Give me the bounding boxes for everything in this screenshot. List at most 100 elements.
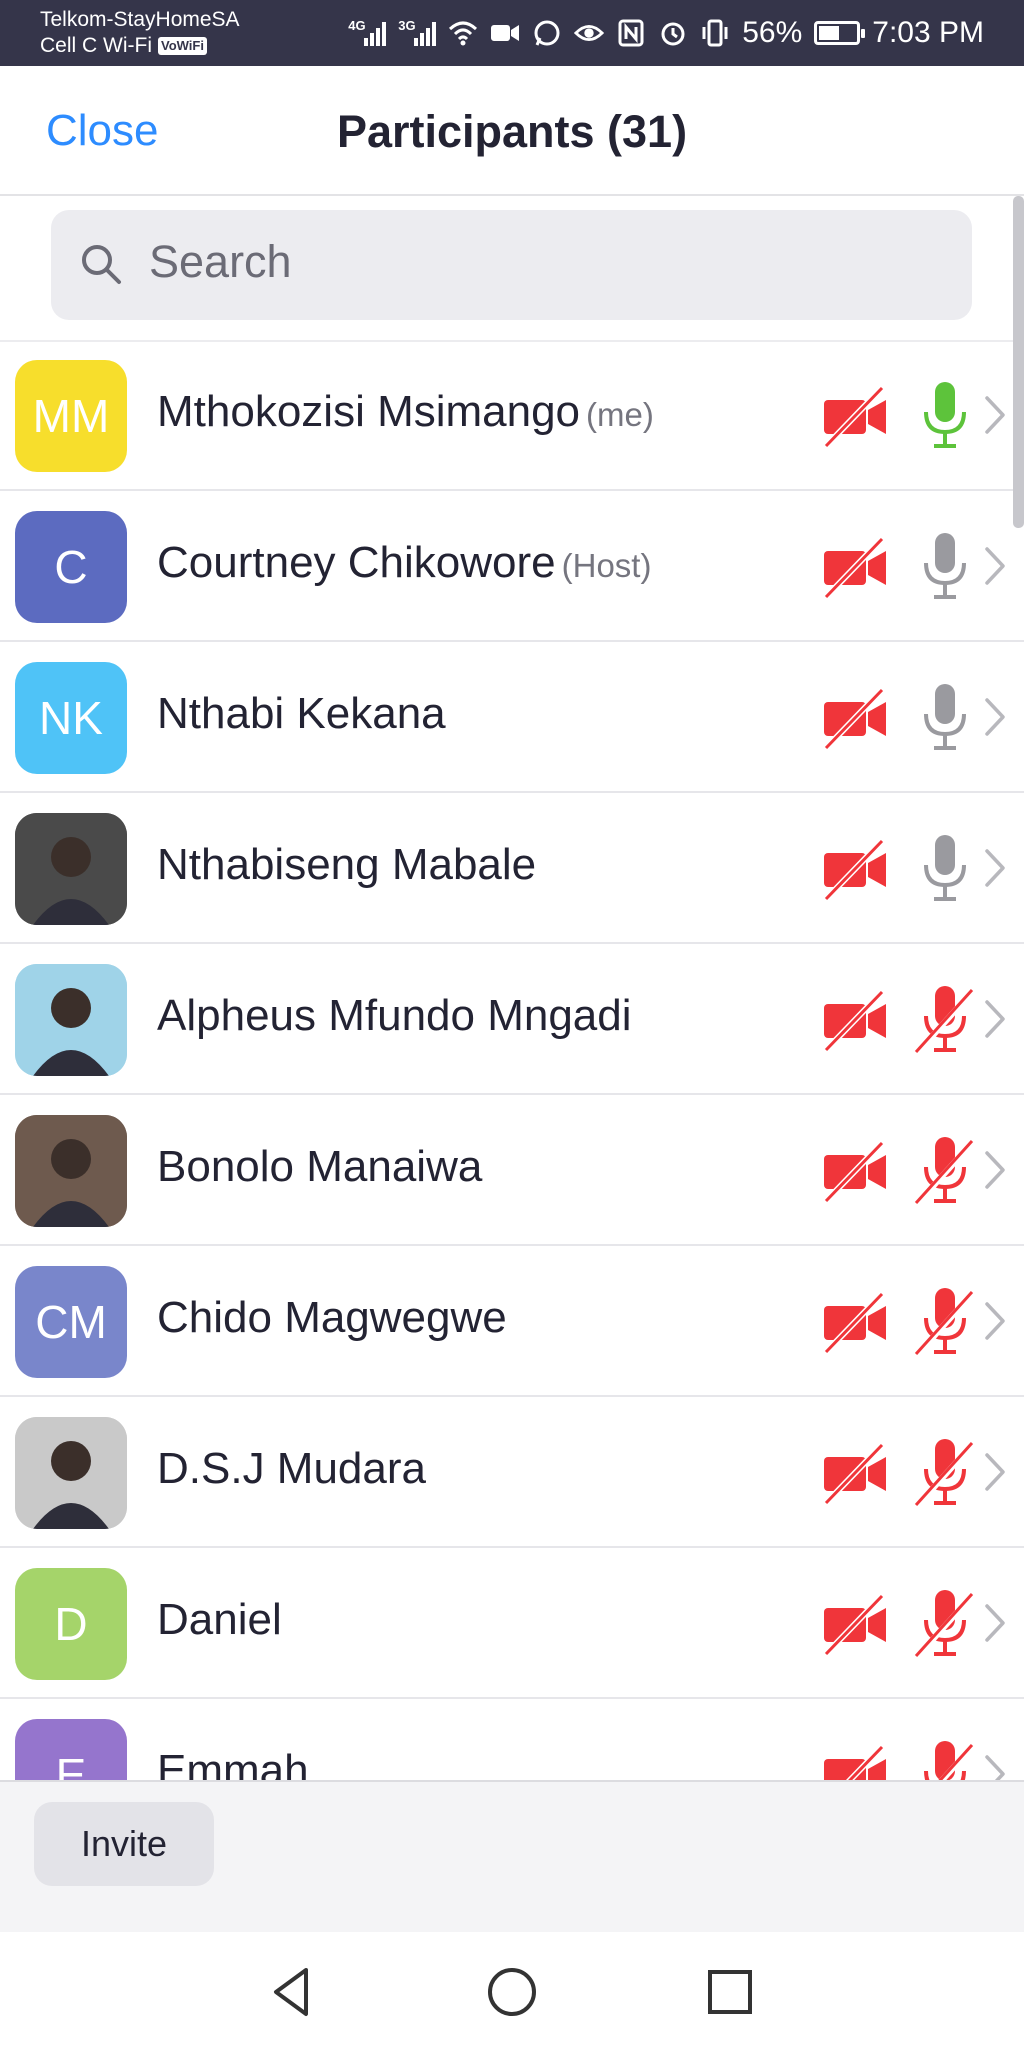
participant-row[interactable]: Alpheus Mfundo Mngadi: [0, 944, 1024, 1095]
participant-name: Courtney Chikowore: [157, 538, 556, 587]
participant-list[interactable]: MM Mthokozisi Msimango (me) C Courtney Chiko…: [0, 340, 1024, 1780]
participant-name-line: Alpheus Mfundo Mngadi: [157, 991, 632, 1041]
participant-name: Emmah: [157, 1746, 309, 1780]
carrier-line-1: Telkom-StayHomeSA: [40, 8, 240, 31]
invite-button[interactable]: Invite: [34, 1802, 214, 1886]
avatar-photo: [15, 964, 127, 1076]
participant-row[interactable]: NK Nthabi Kekana: [0, 642, 1024, 793]
microphone-muted-icon: [914, 1135, 976, 1206]
nfc-icon: [616, 18, 646, 48]
recent-apps-icon[interactable]: [702, 1964, 758, 2020]
avatar-photo: [15, 1417, 127, 1529]
chevron-right-icon[interactable]: [984, 1150, 1006, 1190]
battery-icon: [814, 21, 866, 45]
participant-name-line: Bonolo Manaiwa: [157, 1142, 482, 1192]
video-off-icon: [822, 990, 890, 1052]
video-off-icon: [822, 839, 890, 901]
participant-name: Chido Magwegwe: [157, 1293, 507, 1342]
chevron-right-icon[interactable]: [984, 848, 1006, 888]
back-icon[interactable]: [264, 1964, 320, 2020]
home-icon[interactable]: [484, 1964, 540, 2020]
bottom-toolbar: Invite: [0, 1780, 1024, 1934]
video-off-icon: [822, 537, 890, 599]
participant-row[interactable]: E Emmah: [0, 1699, 1024, 1780]
microphone-icon: [914, 380, 976, 450]
signal-3g-icon: 3G: [398, 18, 437, 46]
avatar-photo: [15, 1115, 127, 1227]
vibrate-icon: [700, 18, 730, 48]
avatar-initials: MM: [32, 390, 110, 442]
microphone-muted-icon: [914, 1437, 976, 1508]
chevron-right-icon[interactable]: [984, 999, 1006, 1039]
participant-name: D.S.J Mudara: [157, 1444, 426, 1493]
clock: 7:03 PM: [872, 16, 984, 49]
participant-row[interactable]: Nthabiseng Mabale: [0, 793, 1024, 944]
participant-name-line: Nthabi Kekana: [157, 689, 446, 739]
video-off-icon: [822, 688, 890, 750]
participant-name-line: Mthokozisi Msimango (me): [157, 387, 654, 437]
video-off-icon: [822, 386, 890, 448]
carrier-info: Telkom-StayHomeSA Cell C Wi-Fi VoWiFi: [40, 8, 240, 58]
avatar-initials: C: [54, 541, 88, 593]
chevron-right-icon[interactable]: [984, 1452, 1006, 1492]
microphone-icon: [914, 682, 976, 752]
participant-name-line: Chido Magwegwe: [157, 1293, 507, 1343]
microphone-muted-icon: [914, 1739, 976, 1780]
participant-row[interactable]: Bonolo Manaiwa: [0, 1095, 1024, 1246]
participant-name: Bonolo Manaiwa: [157, 1142, 483, 1191]
avatar-initials: D: [54, 1598, 88, 1650]
alarm-icon: [658, 18, 688, 48]
avatar-initials: NK: [39, 692, 103, 744]
microphone-icon: [914, 833, 976, 903]
participant-row[interactable]: C Courtney Chikowore (Host): [0, 491, 1024, 642]
video-off-icon: [822, 1292, 890, 1354]
video-off-icon: [822, 1141, 890, 1203]
participant-name-line: Courtney Chikowore (Host): [157, 538, 651, 588]
avatar: C: [15, 511, 127, 623]
participant-name: Mthokozisi Msimango: [157, 387, 581, 436]
scrollbar[interactable]: [1013, 196, 1024, 528]
status-bar: Telkom-StayHomeSA Cell C Wi-Fi VoWiFi 4G…: [0, 0, 1024, 66]
microphone-icon: [914, 531, 976, 601]
participant-name: Nthabi Kekana: [157, 689, 446, 738]
chevron-right-icon[interactable]: [984, 1301, 1006, 1341]
video-recording-icon: [490, 18, 520, 48]
battery-percent: 56%: [742, 16, 803, 49]
participant-row[interactable]: D.S.J Mudara: [0, 1397, 1024, 1548]
avatar: CM: [15, 1266, 127, 1378]
eye-comfort-icon: [574, 18, 605, 48]
network-tag-3g: 3G: [398, 18, 416, 33]
search-section: [0, 196, 1024, 342]
signal-4g-icon: 4G: [348, 18, 387, 46]
video-off-icon: [822, 1745, 890, 1780]
carrier-line-2: Cell C Wi-Fi: [40, 34, 152, 57]
avatar: MM: [15, 360, 127, 472]
chevron-right-icon[interactable]: [984, 1603, 1006, 1643]
video-off-icon: [822, 1443, 890, 1505]
search-input[interactable]: [147, 235, 851, 289]
participant-row[interactable]: MM Mthokozisi Msimango (me): [0, 340, 1024, 491]
avatar: NK: [15, 662, 127, 774]
chevron-right-icon[interactable]: [984, 1754, 1006, 1780]
participant-name-line: Emmah: [157, 1746, 309, 1780]
chevron-right-icon[interactable]: [984, 395, 1006, 435]
participants-header: Close Participants (31): [0, 66, 1024, 196]
participant-row[interactable]: D Daniel: [0, 1548, 1024, 1699]
system-navigation-bar: [0, 1932, 1024, 2048]
network-tag-4g: 4G: [348, 18, 366, 33]
chevron-right-icon[interactable]: [984, 697, 1006, 737]
avatar: E: [15, 1719, 127, 1780]
participant-name: Daniel: [157, 1595, 282, 1644]
microphone-muted-icon: [914, 1286, 976, 1357]
participant-row[interactable]: CM Chido Magwegwe: [0, 1246, 1024, 1397]
avatar-initials: E: [55, 1749, 87, 1780]
avatar: D: [15, 1568, 127, 1680]
avatar-photo: [15, 813, 127, 925]
search-box[interactable]: [51, 210, 972, 320]
participant-name: Alpheus Mfundo Mngadi: [157, 991, 632, 1040]
participant-role: (me): [586, 396, 654, 433]
chevron-right-icon[interactable]: [984, 546, 1006, 586]
microphone-muted-icon: [914, 1588, 976, 1659]
search-icon: [82, 245, 121, 284]
vowifi-badge: VoWiFi: [157, 37, 207, 55]
